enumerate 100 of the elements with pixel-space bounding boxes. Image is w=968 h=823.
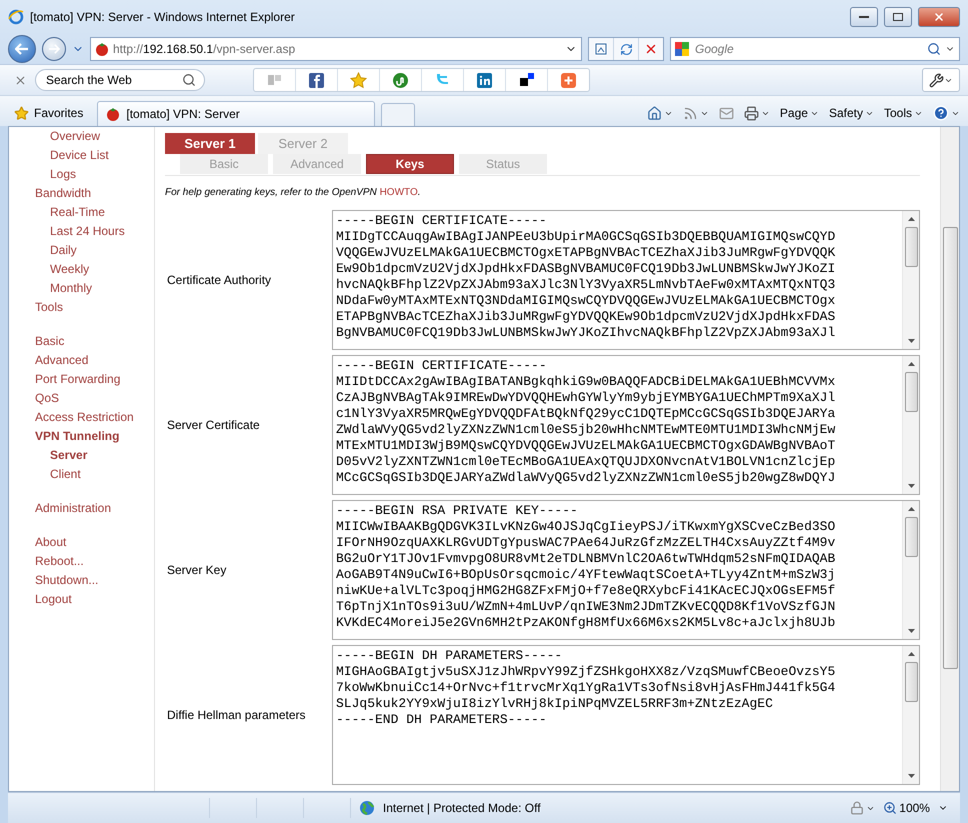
lock-icon xyxy=(850,801,864,815)
mail-button[interactable] xyxy=(718,106,734,120)
stop-icon xyxy=(644,42,658,56)
scrollbar-thumb[interactable] xyxy=(942,227,958,669)
scrollbar-thumb[interactable] xyxy=(904,227,918,267)
key-text-field[interactable]: -----BEGIN CERTIFICATE----- MIIDtDCCAx2gAwIBAgIBATANBgkqhkiG9w0BAQQFADCBiDELMAkGA1UEBhMCVVMx CzAJBgNVBAgTAk9IMREwDwYDVQQHEwhGYWlyYm9ybjEYMBYGA1UEChMPTm9XaXJl c1NlY3VyaXR5MRQwEgYDVQQDFAtBQkNfQ29ycC1DQTEpMCcGCSqGSIb3DQEJARYa ZWdlaWVyQG5vd2lyZXNzZWN1cml0eS5jb20wHhcNMTEwMTE0MTU1MDI3WhcNMjEw MTExMTU1MDI3WjB9MQswCQYDVQQGEwJVUzELMAkGA1UECBMCTOgxGDAWBgNVBAoT D05vV2lyZXNTZWN1cml0eTEcMBoGA1UEAxQTQUJDXONvcnAtV1BOLVN1cnZlcjEp MCcGCSqGSIb3DQEJARYaZWdlaWVyQG5vd2lyZXNzZWN1cml0eS5jb20wgZ8wDQYJ xyxy=(332,355,920,495)
favorites-button[interactable]: Favorites xyxy=(14,100,92,126)
address-field[interactable]: http://192.168.50.1/vpn-server.asp xyxy=(90,37,582,61)
command-menu[interactable]: Page xyxy=(780,106,819,120)
zoom-button[interactable]: 100% xyxy=(883,801,930,815)
nav-link[interactable]: Client xyxy=(50,465,81,484)
star-icon xyxy=(350,72,367,88)
help-button[interactable] xyxy=(933,105,960,121)
print-button[interactable] xyxy=(744,106,770,120)
facebook-icon xyxy=(308,72,325,88)
maximize-button[interactable] xyxy=(884,7,912,27)
down-arrow-icon[interactable] xyxy=(908,339,914,343)
nav-link[interactable]: Port Forwarding xyxy=(35,370,120,389)
nav-link[interactable]: Device List xyxy=(50,146,109,165)
nav-link[interactable]: Daily xyxy=(50,241,77,260)
tomato-icon xyxy=(106,107,120,121)
down-arrow-icon[interactable] xyxy=(908,774,914,778)
up-arrow-icon[interactable] xyxy=(908,217,914,221)
forward-button[interactable] xyxy=(42,37,66,61)
nav-link[interactable]: Administration xyxy=(35,499,112,518)
plus-icon xyxy=(560,72,577,88)
linkedin-icon xyxy=(476,72,493,88)
nav-link[interactable]: Logout xyxy=(35,590,72,609)
help-text: For help generating keys, refer to the OpenVPN HOWTO. xyxy=(165,187,422,198)
command-menu[interactable]: Safety xyxy=(828,106,874,120)
field-label: Server Certificate xyxy=(166,418,261,432)
minimize-button[interactable] xyxy=(850,7,878,27)
nav-link[interactable]: Weekly xyxy=(50,260,90,279)
key-text-field[interactable]: -----BEGIN CERTIFICATE----- MIIDgTCCAuqgAwIBAgIJANPEeU3bUpirMA0GCSqGSIb3DQEBBQUAMIGIMQswCQYD VQQGEwJVUzELMAkGA1UECBMCTOgxETAPBgNVBAcTCEZhaXJib3JuMRgwFgYDVQQK Ew9Ob1dpcmVzU2VjdXJpdHkxFDASBgNVBAMUC0FCQ19Db3JwLUNBMSkwJwYJKoZI hvcNAQkBFhplZ2VpZXJAbm93aXJlc3NlY3VyaXR5LmNvbTAeFw0xMTAxMTQxNTQ3 NDdaFw0yMTAxMTExNTQ3NDdaMIGIMQswCQYDVQQGEwJVUzELMAkGA1UECBMCTOgx ETAPBgNVBAcTCEZhaXJib3JuMRgwFgYDVQQKEw9Ob1dpcmVzU2VjdXJpdHkxFDAS BgNVBAMUC0FCQ19Db3JwLUNBMSkwJwYJKoZIhvcNAQkBFhplZ2VpZXJAbm93aXJl xyxy=(332,210,920,350)
nav-link[interactable]: About xyxy=(35,533,66,552)
up-arrow-icon[interactable] xyxy=(908,362,914,366)
feeds-button[interactable] xyxy=(682,106,709,120)
nav-link[interactable]: Overview xyxy=(50,127,100,146)
scrollbar[interactable] xyxy=(902,646,919,784)
nav-link[interactable]: Advanced xyxy=(35,351,88,370)
home-button[interactable] xyxy=(646,106,673,120)
browser-logo-icon xyxy=(8,9,24,25)
close-toolbar-icon[interactable] xyxy=(14,74,27,86)
nav-link[interactable]: Real-Time xyxy=(50,203,105,222)
nav-link[interactable]: VPN Tunneling xyxy=(35,427,120,446)
page-scrollbar[interactable] xyxy=(940,127,959,791)
howto-link[interactable]: HOWTO xyxy=(380,187,418,198)
zoom-icon xyxy=(883,801,898,815)
up-arrow-icon[interactable] xyxy=(908,652,914,656)
url-text: http://192.168.50.1/vpn-server.asp xyxy=(113,42,296,56)
nav-link[interactable]: Shutdown... xyxy=(35,571,98,590)
window-title: [tomato] VPN: Server - Windows Internet Explorer xyxy=(30,10,296,24)
close-button[interactable] xyxy=(918,7,960,27)
maximize-icon xyxy=(893,13,903,21)
globe-icon xyxy=(358,800,375,816)
scrollbar-thumb[interactable] xyxy=(904,372,918,412)
nav-link[interactable]: Logs xyxy=(50,165,76,184)
refresh-icon xyxy=(620,42,632,56)
command-menu[interactable]: Tools xyxy=(884,106,923,120)
up-arrow-icon[interactable] xyxy=(908,507,914,511)
nav-link[interactable]: Last 24 Hours xyxy=(50,222,125,241)
nav-link[interactable]: Basic xyxy=(35,332,64,351)
nav-link[interactable]: QoS xyxy=(35,389,60,408)
page-tab[interactable]: [tomato] VPN: Server xyxy=(97,101,376,126)
rss-icon xyxy=(682,106,698,120)
home-icon xyxy=(646,106,662,120)
minimize-icon xyxy=(859,15,869,19)
down-arrow-icon[interactable] xyxy=(908,484,914,488)
scrollbar[interactable] xyxy=(902,501,919,639)
scrollbar[interactable] xyxy=(902,356,919,494)
field-label: Diffie Hellman parameters xyxy=(166,708,306,722)
nav-link[interactable]: Access Restriction xyxy=(35,408,134,427)
section-tab[interactable]: Keys xyxy=(366,154,454,174)
nav-link[interactable]: Tools xyxy=(35,298,64,317)
protected-mode-button[interactable] xyxy=(850,801,876,815)
down-arrow-icon[interactable] xyxy=(908,629,914,633)
scrollbar-thumb[interactable] xyxy=(904,662,918,702)
key-text-field[interactable]: -----BEGIN RSA PRIVATE KEY----- MIICWwIBAAKBgQDGVK3ILvKNzGw4OJSJqCgIieyPSJ/iTKwxmYgXSCveCzBed3SO IFOrNH9OzqUAXKLRGvUDTgYpusWAC7PAe64JuRzGfzMzZELTH4CxsAuyZZtf4M9v BG2uOrY1TJOv1FvmvpgO8UR8vMt2eTDLNBMVnlC2OA6twTWHdqm52sNFmQIDAQAB AoGAB9T4N9uCwI6+BOpUsOrsqcmoic/4YFtewWaqtSCoetA+TLyy4ZntM+mSzW3j niwKUe+alVLTc3poqjHMG2HG8ZFxFMjO+f7e8eQRXybcFi41KAcECJQxOGsEFM5f T6pTnjX1nTOs9i3uU/WZmN+4mLUvP/qnIWE3Nm2JDmTZKvECQQD8Kf1VoVSzfGJN KVKdEC4MoreiJ5e2GVn6MH2tPzAKONfgH8MfUx66M6xs2KM5Lv8c+aJclxjh8UJb xyxy=(332,500,920,640)
search-icon[interactable] xyxy=(927,42,941,56)
wrench-icon xyxy=(929,72,944,88)
nav-link[interactable]: Monthly xyxy=(50,279,92,298)
key-text-field[interactable]: -----BEGIN DH PARAMETERS----- MIGHAoGBAIgtjv5uSXJ1zJhWRpvY99ZjfZSHkgoHXX8z/VzqSMuwfCBeoeOvzsY5 7koWwKbnuiCc14+OrNvc+f1trvcMrXq1YgRa1VTs3ofNsi8vHjAsFHmJ441fk5G4 SLJq5kuk2YY9xWjuI8izYlvRHj8kIpiNPqMVZEL5RRF3m+ZNtzEzAgEC -----END DH PARAMETERS----- xyxy=(332,645,920,785)
scrollbar[interactable] xyxy=(902,211,919,349)
wrench-button[interactable] xyxy=(922,68,960,92)
google-logo-icon xyxy=(675,42,689,56)
search-field[interactable]: Google xyxy=(670,37,960,61)
squares-icon xyxy=(518,72,535,88)
mail-icon xyxy=(718,106,734,120)
back-button[interactable] xyxy=(8,35,36,63)
nav-link[interactable]: Server xyxy=(50,446,88,465)
web-search-field[interactable]: Search the Web xyxy=(35,69,205,91)
site-tomato-icon xyxy=(95,42,109,56)
forward-arrow-icon xyxy=(48,44,60,54)
scrollbar-thumb[interactable] xyxy=(904,517,918,557)
printer-icon xyxy=(744,106,759,120)
nav-link[interactable]: Bandwidth xyxy=(35,184,92,203)
field-label: Certificate Authority xyxy=(166,273,272,287)
search-icon[interactable] xyxy=(182,73,196,87)
server-tab[interactable]: Server 1 xyxy=(165,133,255,154)
nav-link[interactable]: Reboot... xyxy=(35,552,84,571)
